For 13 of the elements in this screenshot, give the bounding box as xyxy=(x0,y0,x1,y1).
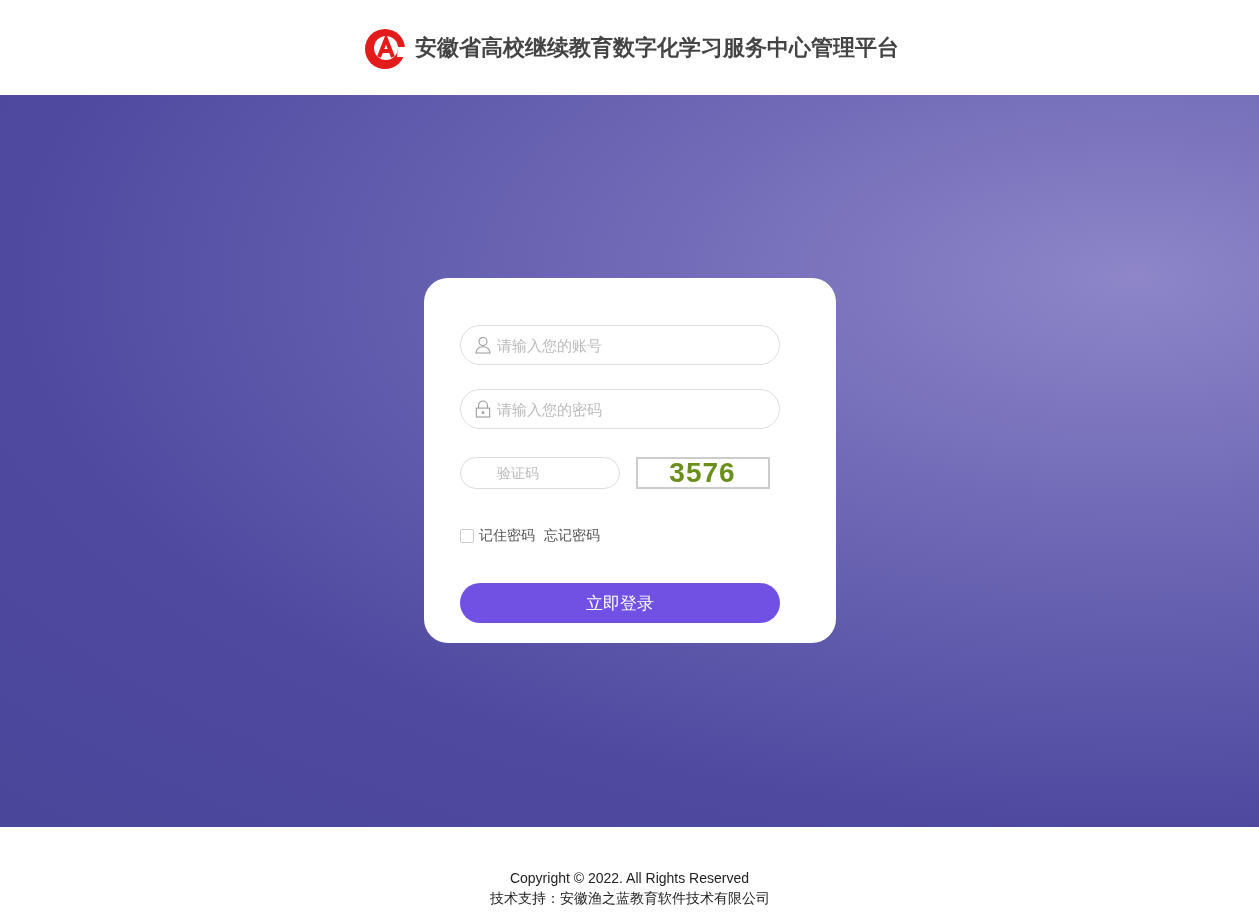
text-input[interactable]: 请输入您的密码 xyxy=(494,399,765,419)
remember-checkbox[interactable] xyxy=(459,529,474,543)
copyright-text: Copyright © 2022. All Rights Reserved xyxy=(508,869,751,888)
support-text: 技术支持：安徽渔之蓝教育软件技术有限公司 xyxy=(488,889,771,908)
site-title: 安徽省高校继续教育数字化学习服务中心管理平台 xyxy=(414,33,899,62)
forgot-password-link[interactable]: 忘记密码 xyxy=(543,527,600,545)
text-input[interactable]: 请输入您的账号 xyxy=(494,335,765,355)
captcha-image[interactable]: 3576 xyxy=(635,457,770,489)
text-input[interactable]: 验证码 xyxy=(494,464,605,482)
lock-icon xyxy=(474,400,491,418)
remember-label: 记住密码 xyxy=(478,527,535,545)
user-icon xyxy=(474,336,491,354)
login-button[interactable]: 立即登录 xyxy=(459,583,780,623)
